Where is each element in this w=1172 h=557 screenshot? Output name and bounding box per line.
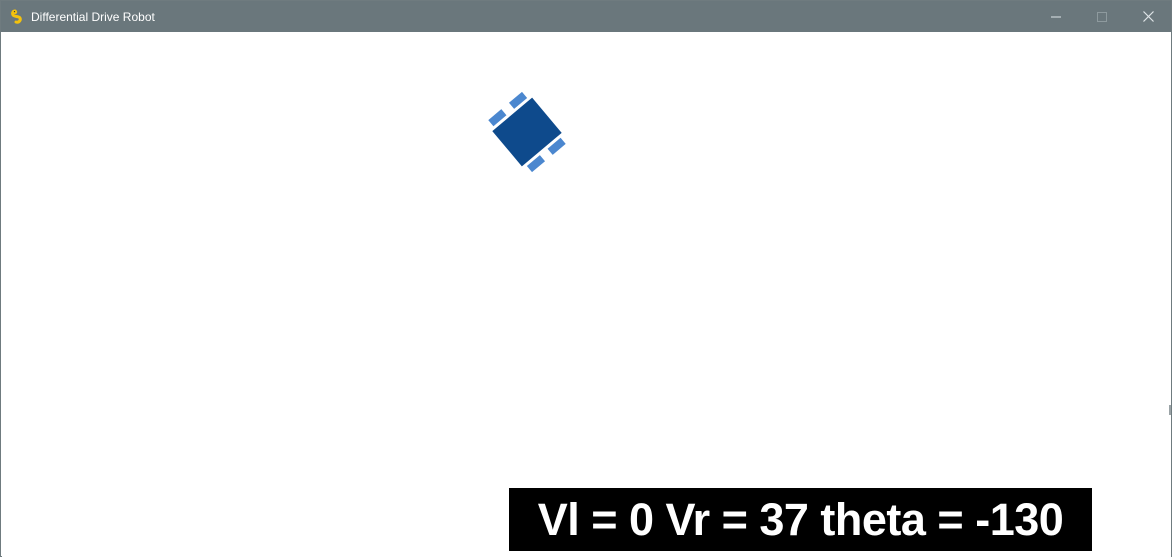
- robot-body: [492, 97, 562, 167]
- pygame-snake-icon: [10, 9, 26, 25]
- close-icon: [1142, 11, 1154, 22]
- window-controls: [1033, 1, 1171, 32]
- app-window: Differential Drive Robot Vl = 0 Vr = 37 …: [0, 0, 1172, 557]
- resize-edge[interactable]: [1169, 405, 1171, 415]
- title-bar[interactable]: Differential Drive Robot: [1, 1, 1171, 32]
- close-button[interactable]: [1125, 1, 1171, 32]
- minimize-icon: [1051, 16, 1061, 17]
- simulation-canvas[interactable]: [2, 32, 1171, 557]
- window-title: Differential Drive Robot: [31, 9, 155, 24]
- maximize-button[interactable]: [1079, 1, 1125, 32]
- velocity-readout: Vl = 0 Vr = 37 theta = -130: [509, 488, 1092, 551]
- maximize-icon: [1097, 11, 1107, 22]
- robot: [488, 91, 566, 173]
- minimize-button[interactable]: [1033, 1, 1079, 32]
